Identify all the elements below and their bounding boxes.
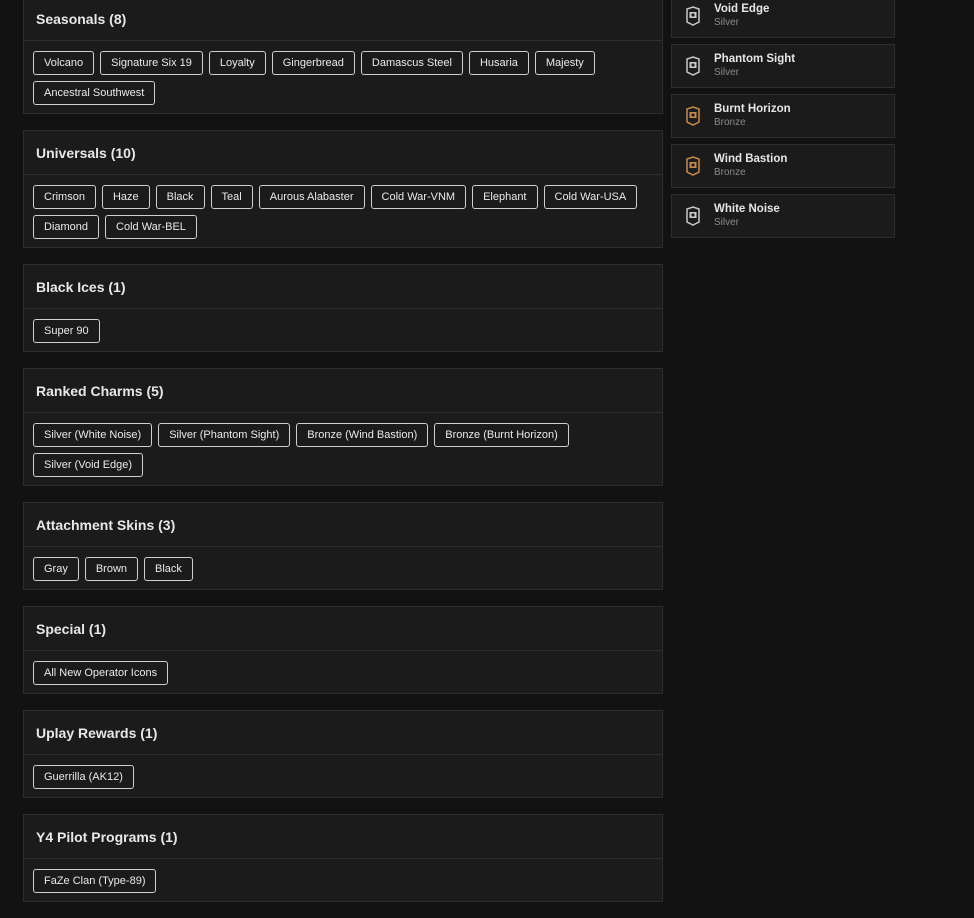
tag-item[interactable]: Signature Six 19 xyxy=(100,51,203,75)
collection-sections: Seasonals (8) Volcano Signature Six 19 L… xyxy=(23,0,663,918)
charm-name: Phantom Sight xyxy=(714,53,796,65)
tag-item[interactable]: FaZe Clan (Type-89) xyxy=(33,869,157,893)
section-title: Seasonals (8) xyxy=(24,0,662,41)
charm-name: Void Edge xyxy=(714,3,770,15)
section-universals: Universals (10) Crimson Haze Black Teal … xyxy=(23,130,663,248)
tag-item[interactable]: Damascus Steel xyxy=(360,51,463,75)
tag-item[interactable]: Volcano xyxy=(33,51,95,75)
charm-rank: Bronze xyxy=(714,117,746,128)
charm-phantom-sight[interactable]: Phantom Sight Silver xyxy=(671,44,895,88)
silver-rank-icon xyxy=(684,55,702,77)
section-title: Ranked Charms (5) xyxy=(24,369,662,413)
tag-list: Guerrilla (AK12) xyxy=(24,755,662,797)
tag-item[interactable]: Gingerbread xyxy=(271,51,355,75)
section-uplay-rewards: Uplay Rewards (1) Guerrilla (AK12) xyxy=(23,710,663,798)
tag-item[interactable]: Super 90 xyxy=(33,319,100,343)
tag-list: Silver (White Noise) Silver (Phantom Sig… xyxy=(24,413,662,485)
section-title: Attachment Skins (3) xyxy=(24,503,662,547)
charm-name: White Noise xyxy=(714,203,780,215)
tag-item[interactable]: Cold War-VNM xyxy=(370,185,467,209)
tag-item[interactable]: Elephant xyxy=(472,185,538,209)
charm-burnt-horizon[interactable]: Burnt Horizon Bronze xyxy=(671,94,895,138)
tag-item[interactable]: Silver (Void Edge) xyxy=(33,453,144,477)
tag-list: Super 90 xyxy=(24,309,662,351)
tag-list: All New Operator Icons xyxy=(24,651,662,693)
tag-item[interactable]: Diamond xyxy=(33,215,100,239)
tag-item[interactable]: Aurous Alabaster xyxy=(258,185,365,209)
tag-list: Volcano Signature Six 19 Loyalty Gingerb… xyxy=(24,41,662,113)
section-ranked-charms: Ranked Charms (5) Silver (White Noise) S… xyxy=(23,368,663,486)
tag-item[interactable]: Silver (Phantom Sight) xyxy=(158,423,291,447)
section-title: Black Ices (1) xyxy=(24,265,662,309)
tag-item[interactable]: Haze xyxy=(101,185,150,209)
silver-rank-icon xyxy=(684,205,702,227)
tag-item[interactable]: Husaria xyxy=(468,51,529,75)
charm-name: Wind Bastion xyxy=(714,153,788,165)
tag-list: FaZe Clan (Type-89) xyxy=(24,859,662,901)
bronze-rank-icon xyxy=(684,155,702,177)
ranked-charm-list: Void Edge Silver Phantom Sight Silver Bu xyxy=(671,0,895,244)
charm-wind-bastion[interactable]: Wind Bastion Bronze xyxy=(671,144,895,188)
charm-void-edge[interactable]: Void Edge Silver xyxy=(671,0,895,38)
section-special: Special (1) All New Operator Icons xyxy=(23,606,663,694)
tag-item[interactable]: Loyalty xyxy=(208,51,266,75)
tag-item[interactable]: Cold War-USA xyxy=(543,185,638,209)
tag-item[interactable]: Bronze (Wind Bastion) xyxy=(296,423,429,447)
section-title: Special (1) xyxy=(24,607,662,651)
silver-rank-icon xyxy=(684,5,702,27)
tag-item[interactable]: Bronze (Burnt Horizon) xyxy=(434,423,569,447)
tag-item[interactable]: Gray xyxy=(33,557,79,581)
tag-item[interactable]: Cold War-BEL xyxy=(105,215,197,239)
section-title: Y4 Pilot Programs (1) xyxy=(24,815,662,859)
section-seasonals: Seasonals (8) Volcano Signature Six 19 L… xyxy=(23,0,663,114)
section-black-ices: Black Ices (1) Super 90 xyxy=(23,264,663,352)
charm-rank: Silver xyxy=(714,67,740,78)
tag-item[interactable]: Black xyxy=(155,185,205,209)
section-title: Universals (10) xyxy=(24,131,662,175)
bronze-rank-icon xyxy=(684,105,702,127)
section-title: Uplay Rewards (1) xyxy=(24,711,662,755)
charm-white-noise[interactable]: White Noise Silver xyxy=(671,194,895,238)
tag-item[interactable]: Silver (White Noise) xyxy=(33,423,153,447)
tag-item[interactable]: All New Operator Icons xyxy=(33,661,169,685)
tag-item[interactable]: Teal xyxy=(210,185,253,209)
tag-item[interactable]: Black xyxy=(144,557,193,581)
charm-rank: Silver xyxy=(714,17,740,28)
section-y4-pilot-programs: Y4 Pilot Programs (1) FaZe Clan (Type-89… xyxy=(23,814,663,902)
tag-list: Crimson Haze Black Teal Aurous Alabaster… xyxy=(24,175,662,247)
charm-rank: Silver xyxy=(714,217,740,228)
tag-item[interactable]: Crimson xyxy=(33,185,96,209)
tag-list: Gray Brown Black xyxy=(24,547,662,589)
section-attachment-skins: Attachment Skins (3) Gray Brown Black xyxy=(23,502,663,590)
tag-item[interactable]: Guerrilla (AK12) xyxy=(33,765,134,789)
tag-item[interactable]: Ancestral Southwest xyxy=(33,81,156,105)
charm-rank: Bronze xyxy=(714,167,746,178)
tag-item[interactable]: Brown xyxy=(84,557,139,581)
tag-item[interactable]: Majesty xyxy=(534,51,595,75)
charm-name: Burnt Horizon xyxy=(714,103,791,115)
